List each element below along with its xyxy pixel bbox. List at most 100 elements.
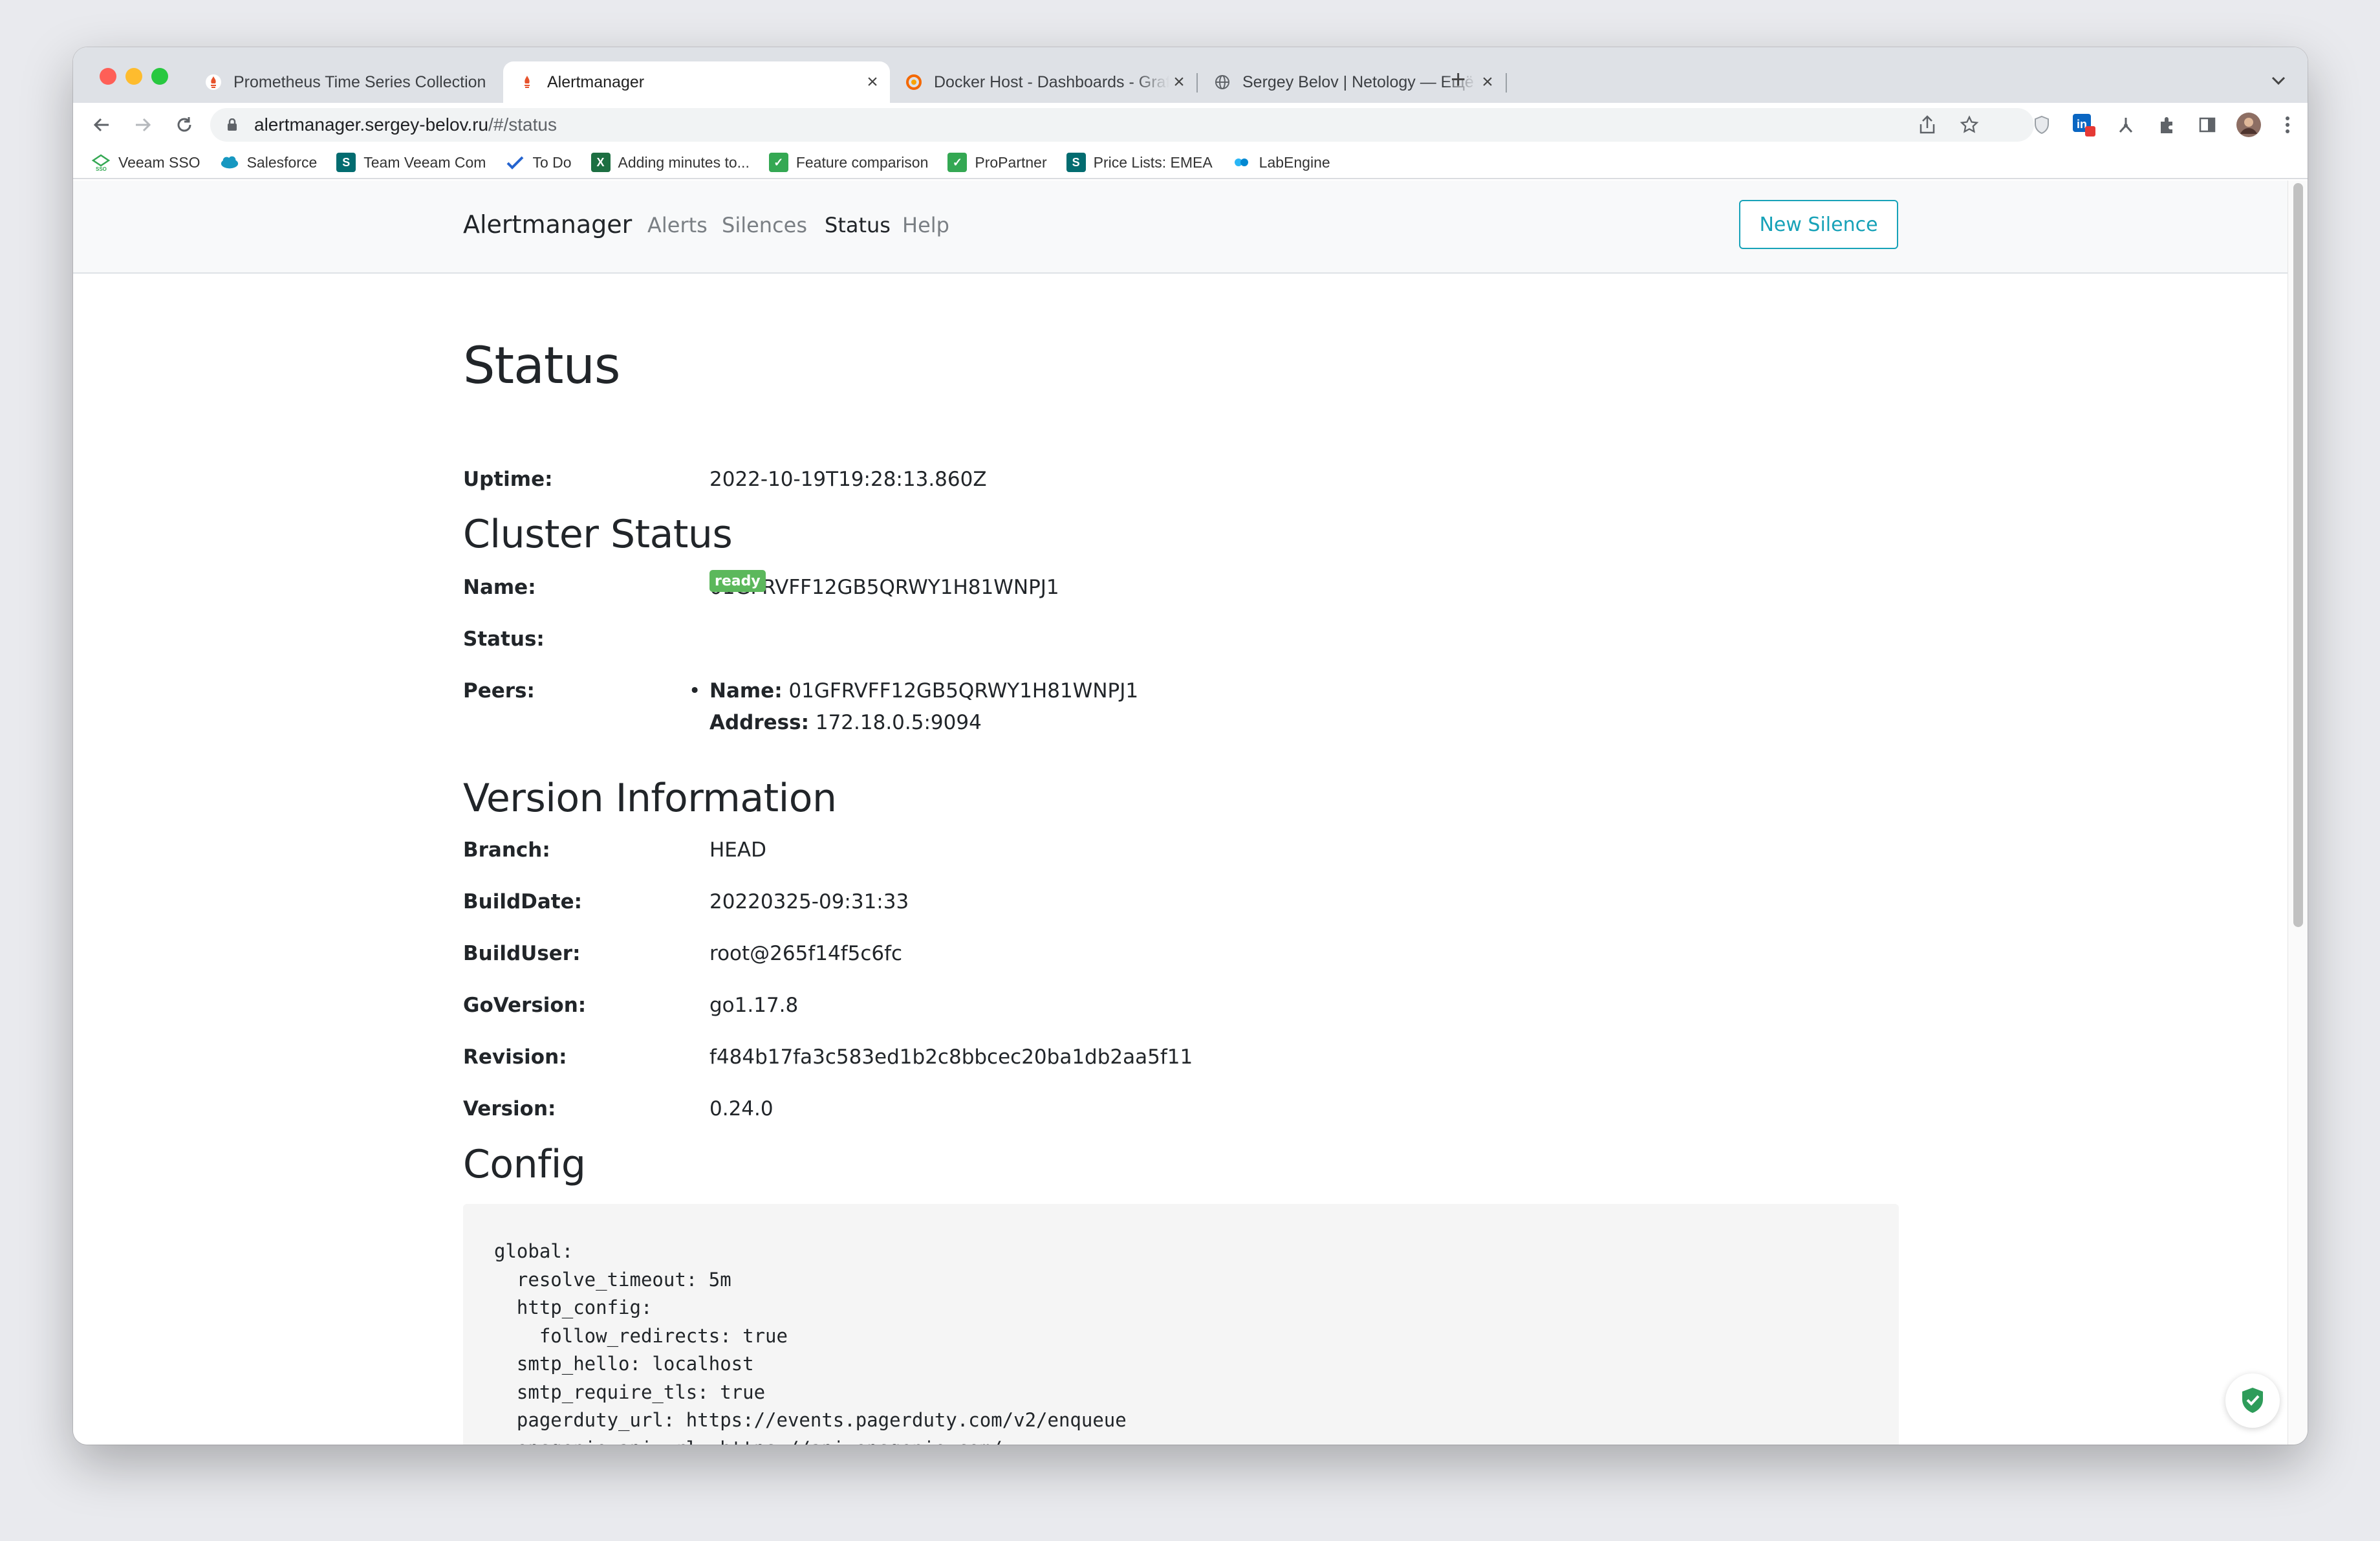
page-scrollbar[interactable] [2288,180,2308,1445]
peer-name: Name: 01GFRVFF12GB5QRWY1H81WNPJ1 [709,679,1138,703]
close-tab-icon[interactable]: × [1478,72,1497,92]
browser-window: Prometheus Time Series Collection × Aler… [73,47,2308,1445]
bookmark-feature-comparison[interactable]: ✓ Feature comparison [768,153,928,172]
config-line: global: [494,1240,574,1262]
bookmark-label: Salesforce [246,153,318,171]
version-info-heading: Version Information [463,776,837,821]
prometheus-icon [204,72,223,92]
excel-icon: X [590,153,611,172]
close-window-button[interactable] [100,68,116,85]
url-text: alertmanager.sergey-belov.ru/#/status [254,115,557,135]
revision-label: Revision: [463,1045,567,1069]
tab-strip: Prometheus Time Series Collection × Aler… [73,47,2308,103]
lock-icon[interactable] [227,118,237,131]
cluster-status-label: Status: [463,628,545,651]
bookmark-label: LabEngine [1259,153,1330,171]
check-box-icon: ✓ [947,153,968,172]
config-line: resolve_timeout: 5m [494,1268,731,1291]
linkedin-extension-icon[interactable]: in [2070,111,2098,139]
bookmark-label: Veeam SSO [118,153,200,171]
grafana-icon [904,72,924,92]
bookmark-star-icon[interactable] [1955,111,1984,139]
page-content: Alertmanager Alerts Silences Status Help… [73,180,2288,1445]
sharepoint-icon: S [1066,153,1086,172]
check-icon [505,153,525,172]
browser-toolbar: alertmanager.sergey-belov.ru/#/status in [73,103,2308,147]
tab-title: Prometheus Time Series Collection [233,72,486,91]
minimize-window-button[interactable] [125,68,142,85]
tab-alertmanager[interactable]: Alertmanager × [503,61,890,103]
forward-arrow-icon [136,118,151,132]
more-menu-icon[interactable] [2273,111,2302,139]
bookmark-adding-minutes[interactable]: X Adding minutes to... [590,153,750,172]
nav-silences[interactable]: Silences [722,213,807,237]
new-tab-button[interactable]: + [1451,67,1466,93]
bookmark-team-veeam[interactable]: S Team Veeam Com [336,153,486,172]
tab-search-chevron-icon[interactable] [2271,71,2286,91]
back-arrow-icon [93,118,109,132]
page-title: Status [463,337,621,395]
bookmark-salesforce[interactable]: Salesforce [220,153,318,172]
bookmark-label: Price Lists: EMEA [1093,153,1213,171]
peer-bullet: • [689,679,701,703]
new-silence-button[interactable]: New Silence [1739,200,1898,249]
address-bar[interactable]: alertmanager.sergey-belov.ru/#/status [210,108,2034,142]
bookmark-label: Team Veeam Com [363,153,486,171]
bookmark-veeam-sso[interactable]: SSO Veeam SSO [91,153,200,172]
bookmark-labengine[interactable]: LabEngine [1232,153,1330,172]
bookmark-price-lists[interactable]: S Price Lists: EMEA [1066,153,1213,172]
builddate-label: BuildDate: [463,890,583,913]
config-line: follow_redirects: true [494,1324,788,1347]
reload-icon [177,117,191,132]
side-panel-icon[interactable] [2193,111,2222,139]
tab-grafana[interactable]: Docker Host - Dashboards - Grafana × [890,61,1196,103]
version-value: 0.24.0 [709,1097,774,1120]
config-line: pagerduty_url: https://events.pagerduty.… [494,1409,1127,1431]
brand-link[interactable]: Alertmanager [463,210,632,239]
tab-title: Alertmanager [547,72,645,91]
bookmark-to-do[interactable]: To Do [505,153,572,172]
app-navbar: Alertmanager Alerts Silences Status Help… [73,180,2288,274]
tab-separator [1506,73,1507,93]
config-line: smtp_hello: localhost [494,1353,754,1375]
builddate-value: 20220325-09:31:33 [709,890,909,913]
nav-alerts[interactable]: Alerts [647,213,708,237]
extensions-puzzle-icon[interactable] [2152,111,2181,139]
goversion-label: GoVersion: [463,994,587,1017]
maximize-window-button[interactable] [151,68,168,85]
status-badge: ready [709,570,766,592]
branch-value: HEAD [709,838,766,862]
peers-label: Peers: [463,679,535,703]
tab-separator [1196,73,1198,93]
reload-button[interactable] [169,109,200,140]
tab-title: Sergey Belov | Netology — Ещё [1242,72,1474,91]
share-icon[interactable] [1913,111,1942,139]
goversion-value: go1.17.8 [709,994,799,1017]
peer-name-value: 01GFRVFF12GB5QRWY1H81WNPJ1 [788,679,1139,703]
bookmark-propartner[interactable]: ✓ ProPartner [947,153,1047,172]
peer-address-label: Address: [709,711,809,734]
veeam-icon: SSO [91,153,111,172]
nav-status[interactable]: Status [825,213,891,237]
config-line: smtp_require_tls: true [494,1381,766,1403]
check-box-icon: ✓ [768,153,788,172]
tab-title: Docker Host - Dashboards - Grafana [934,72,1169,91]
back-button[interactable] [86,109,117,140]
url-path: /#/status [488,115,557,135]
config-heading: Config [463,1142,586,1187]
forward-button[interactable] [127,109,158,140]
uptime-label: Uptime: [463,468,553,491]
git-extension-icon[interactable] [2112,111,2140,139]
config-line: opsgenie_api_url: https://api.opsgenie.c… [494,1435,1868,1445]
revision-value: f484b17fa3c583ed1b2c8bbcec20ba1db2aa5f11 [709,1045,1193,1069]
profile-avatar[interactable] [2234,111,2263,139]
cluster-status-heading: Cluster Status [463,512,733,557]
security-shield-icon[interactable] [2225,1373,2280,1428]
svg-text:SSO: SSO [96,166,107,172]
bookmarks-bar: SSO Veeam SSO Salesforce S Team Veeam Co… [73,147,2308,179]
close-tab-icon[interactable]: × [1169,72,1189,92]
nav-help[interactable]: Help [902,213,949,237]
scrollbar-thumb[interactable] [2293,183,2303,927]
close-tab-icon[interactable]: × [863,72,882,92]
privacy-shield-icon[interactable] [2028,111,2056,139]
